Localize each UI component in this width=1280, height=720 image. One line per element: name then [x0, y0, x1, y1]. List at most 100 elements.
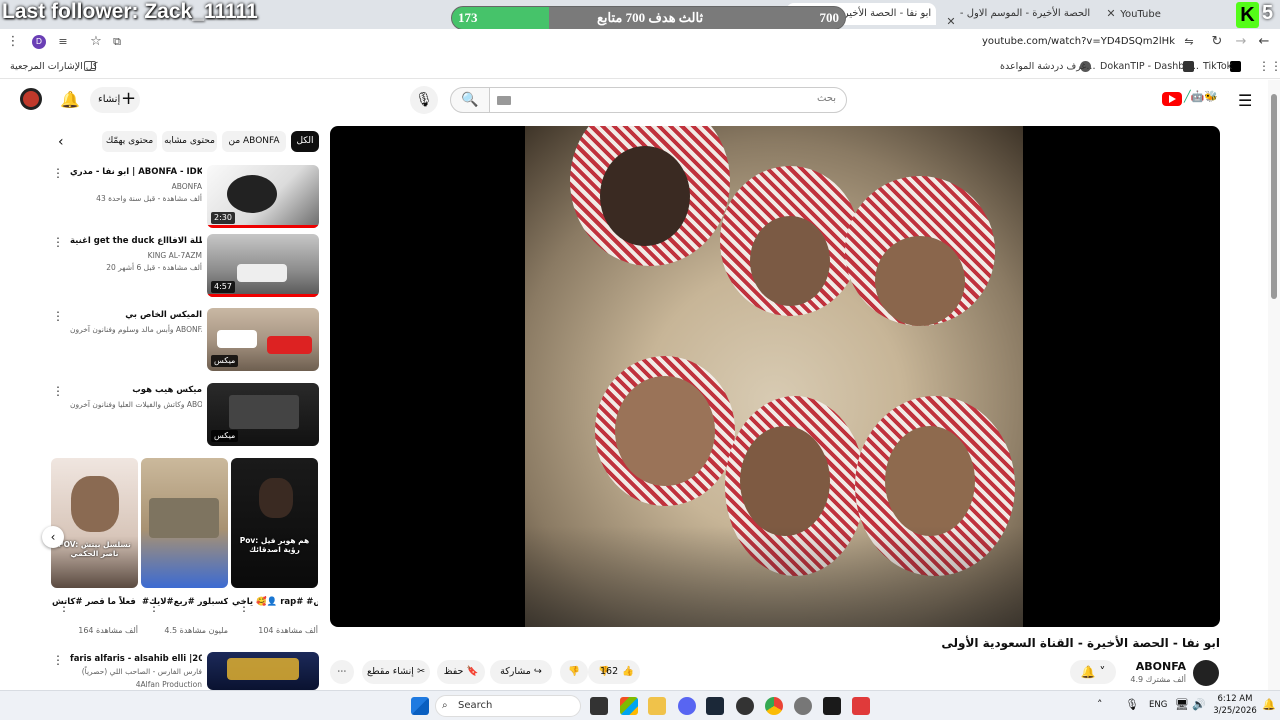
address-bar[interactable]: youtube.com/watch?v=YD4DSQm2lHk: [960, 36, 1175, 47]
search-input[interactable]: بحث: [489, 87, 847, 113]
hamburger-menu-icon[interactable]: ☰: [1238, 91, 1252, 110]
save-button[interactable]: حفظ 🔖: [437, 660, 485, 684]
all-bookmarks[interactable]: كل الإشارات المرجعية: [10, 60, 98, 74]
page-scrollbar[interactable]: [1268, 80, 1280, 690]
rec-meta: فارس الفارس - الصاحب اللي (حصرياً): [81, 667, 202, 676]
rec-title[interactable]: ميكس هيب هوب: [70, 384, 202, 396]
clock[interactable]: 6:12 AM 3/25/2026: [1213, 693, 1257, 717]
more-vertical-icon[interactable]: ⋮: [238, 600, 250, 614]
more-vertical-icon[interactable]: ⋮: [58, 600, 70, 614]
ms-store-icon[interactable]: [620, 697, 638, 715]
short-thumbnail[interactable]: [141, 458, 228, 588]
video-duration: 2:30: [211, 212, 235, 224]
rec-title[interactable]: ابو نفا - مدري | ABONFA - IDK: [70, 166, 202, 178]
bookmark-chat-rooms[interactable]: غرف دردشة المواعدة...: [1000, 60, 1095, 74]
rec-title[interactable]: اغنية get the duck مبطلة الافاااع: [70, 235, 202, 247]
bookmarks-bar: ⋮⋮ TikTok DokanTIP - Dashbo... غرف دردشة…: [0, 55, 1280, 79]
tab-youtube[interactable]: ✕ YouTube: [1105, 3, 1225, 25]
subscriber-count: 4.9 ألف مشترك: [1130, 675, 1186, 684]
search-button[interactable]: 🔍: [450, 87, 490, 113]
dislike-button[interactable]: 👎: [560, 660, 588, 684]
rec-meta: وكاتش والفيلات العليا وفنانون آخرون ABON…: [70, 400, 202, 409]
rec-channel[interactable]: 4Alfan Production: [70, 679, 202, 690]
more-vertical-icon[interactable]: ⋮: [148, 600, 160, 614]
rec-thumbnail[interactable]: ميكس: [207, 383, 319, 446]
shorts-prev-arrow-icon[interactable]: ‹: [42, 526, 64, 548]
rec-title[interactable]: faris alfaris - alsahib elli |2026|: [70, 653, 202, 665]
reload-icon[interactable]: ↻: [1209, 34, 1225, 50]
profile-avatar[interactable]: D: [32, 35, 46, 49]
network-icon[interactable]: 🖥: [1175, 698, 1189, 711]
menu-dots-icon[interactable]: ⋮: [5, 34, 21, 50]
short-overlay-text: Pov: هم هوبر فيل رؤية اصدقائك: [239, 536, 310, 554]
site-settings-icon[interactable]: ⇋: [1181, 34, 1197, 50]
chip-all[interactable]: الكل: [291, 131, 319, 152]
file-explorer-icon[interactable]: [648, 697, 666, 715]
notifications-icon[interactable]: 🔔: [1262, 698, 1276, 711]
video-player[interactable]: [330, 126, 1220, 627]
steam-icon[interactable]: [706, 697, 724, 715]
share-button[interactable]: مشاركة ↪: [490, 660, 552, 684]
more-vertical-icon[interactable]: ⋮: [52, 385, 64, 397]
taskbar-search[interactable]: ⌕ Search: [435, 695, 581, 717]
back-icon[interactable]: ←: [1256, 34, 1272, 50]
short-thumbnail[interactable]: Pov: هم هوبر فيل رؤية اصدقائك: [231, 458, 318, 588]
goal-current-count: 173: [458, 10, 478, 25]
rec-thumbnail[interactable]: 4:57: [207, 234, 319, 297]
rec-thumbnail[interactable]: ميكس: [207, 308, 319, 371]
extensions-icon[interactable]: ≡: [55, 34, 71, 50]
clock-date: 3/25/2026: [1213, 706, 1257, 716]
chip-for-you[interactable]: محتوى يهمّك: [102, 131, 157, 152]
close-icon[interactable]: ✕: [1105, 3, 1117, 25]
rec-channel[interactable]: KING AL-7AZM: [70, 250, 202, 261]
channel-name[interactable]: ABONFA: [1120, 660, 1186, 673]
user-avatar[interactable]: [20, 88, 42, 110]
notifications-bell-icon[interactable]: 🔔: [60, 90, 80, 109]
more-vertical-icon[interactable]: ⋮: [52, 167, 64, 179]
bookmark-tiktok[interactable]: TikTok: [1203, 60, 1232, 74]
rec-channel[interactable]: ABONFA: [70, 181, 202, 192]
discord-icon[interactable]: [678, 697, 696, 715]
short-thumbnail[interactable]: POV: تسلسل بيتش ناصر الحكمي: [51, 458, 138, 588]
rec-thumbnail[interactable]: 2:30: [207, 165, 319, 228]
windows-taskbar: ⌕ Search ˄ 🎙 ENG 🖥 🔊 6:12 AM 3/25/2026 🔔: [0, 690, 1280, 720]
youtube-doodle-icon[interactable]: ╱🤖🐝: [1184, 90, 1218, 103]
cast-icon[interactable]: ⧉: [109, 34, 125, 50]
adobe-icon[interactable]: [852, 697, 870, 715]
obs-icon[interactable]: [736, 697, 754, 715]
more-actions-button[interactable]: ⋯: [330, 660, 354, 684]
bookmark-dokantip[interactable]: DokanTIP - Dashbo...: [1100, 60, 1199, 74]
chrome-icon[interactable]: [765, 697, 783, 715]
chip-from-channel[interactable]: من ABONFA: [222, 131, 286, 152]
microphone-tray-icon[interactable]: 🎙: [1125, 698, 1139, 711]
settings-gear-icon[interactable]: [794, 697, 812, 715]
youtube-logo-icon[interactable]: [1162, 92, 1182, 106]
windows-start-icon[interactable]: [411, 697, 429, 715]
more-vertical-icon[interactable]: ⋮: [52, 236, 64, 248]
more-vertical-icon[interactable]: ⋮: [52, 654, 64, 666]
scrollbar-thumb[interactable]: [1271, 94, 1277, 299]
keyboard-icon[interactable]: [497, 96, 511, 105]
language-indicator[interactable]: ENG: [1149, 700, 1167, 710]
voice-search-button[interactable]: 🎙: [410, 86, 438, 114]
terminal-icon[interactable]: [823, 697, 841, 715]
close-icon[interactable]: ✕: [945, 11, 957, 25]
channel-avatar[interactable]: [1193, 660, 1219, 686]
apps-grid-icon[interactable]: ⋮⋮: [1258, 58, 1280, 74]
short-views: 164 ألف مشاهدة: [78, 626, 138, 635]
subscription-bell-button[interactable]: 🔔 ˅: [1070, 660, 1116, 684]
rec-title[interactable]: الميكس الخاص بي: [70, 309, 202, 321]
forward-icon[interactable]: →: [1233, 34, 1249, 50]
task-view-icon[interactable]: [590, 697, 608, 715]
chips-prev-arrow-icon[interactable]: ‹: [58, 134, 64, 150]
rec-thumbnail[interactable]: [207, 652, 319, 690]
chip-related[interactable]: محتوى مشابه: [162, 131, 217, 152]
clip-button[interactable]: إنشاء مقطع ✂: [362, 660, 430, 684]
thumbs-down-icon: 👎: [568, 666, 580, 677]
like-button[interactable]: 162 👍: [592, 660, 640, 684]
volume-icon[interactable]: 🔊: [1192, 698, 1206, 711]
tray-chevron-icon[interactable]: ˄: [1097, 698, 1103, 711]
tab-series[interactable]: ✕ الحصة الأخيرة - الموسم الاول - 3: [945, 3, 1095, 25]
bookmark-star-icon[interactable]: ☆: [88, 34, 104, 50]
more-vertical-icon[interactable]: ⋮: [52, 310, 64, 322]
